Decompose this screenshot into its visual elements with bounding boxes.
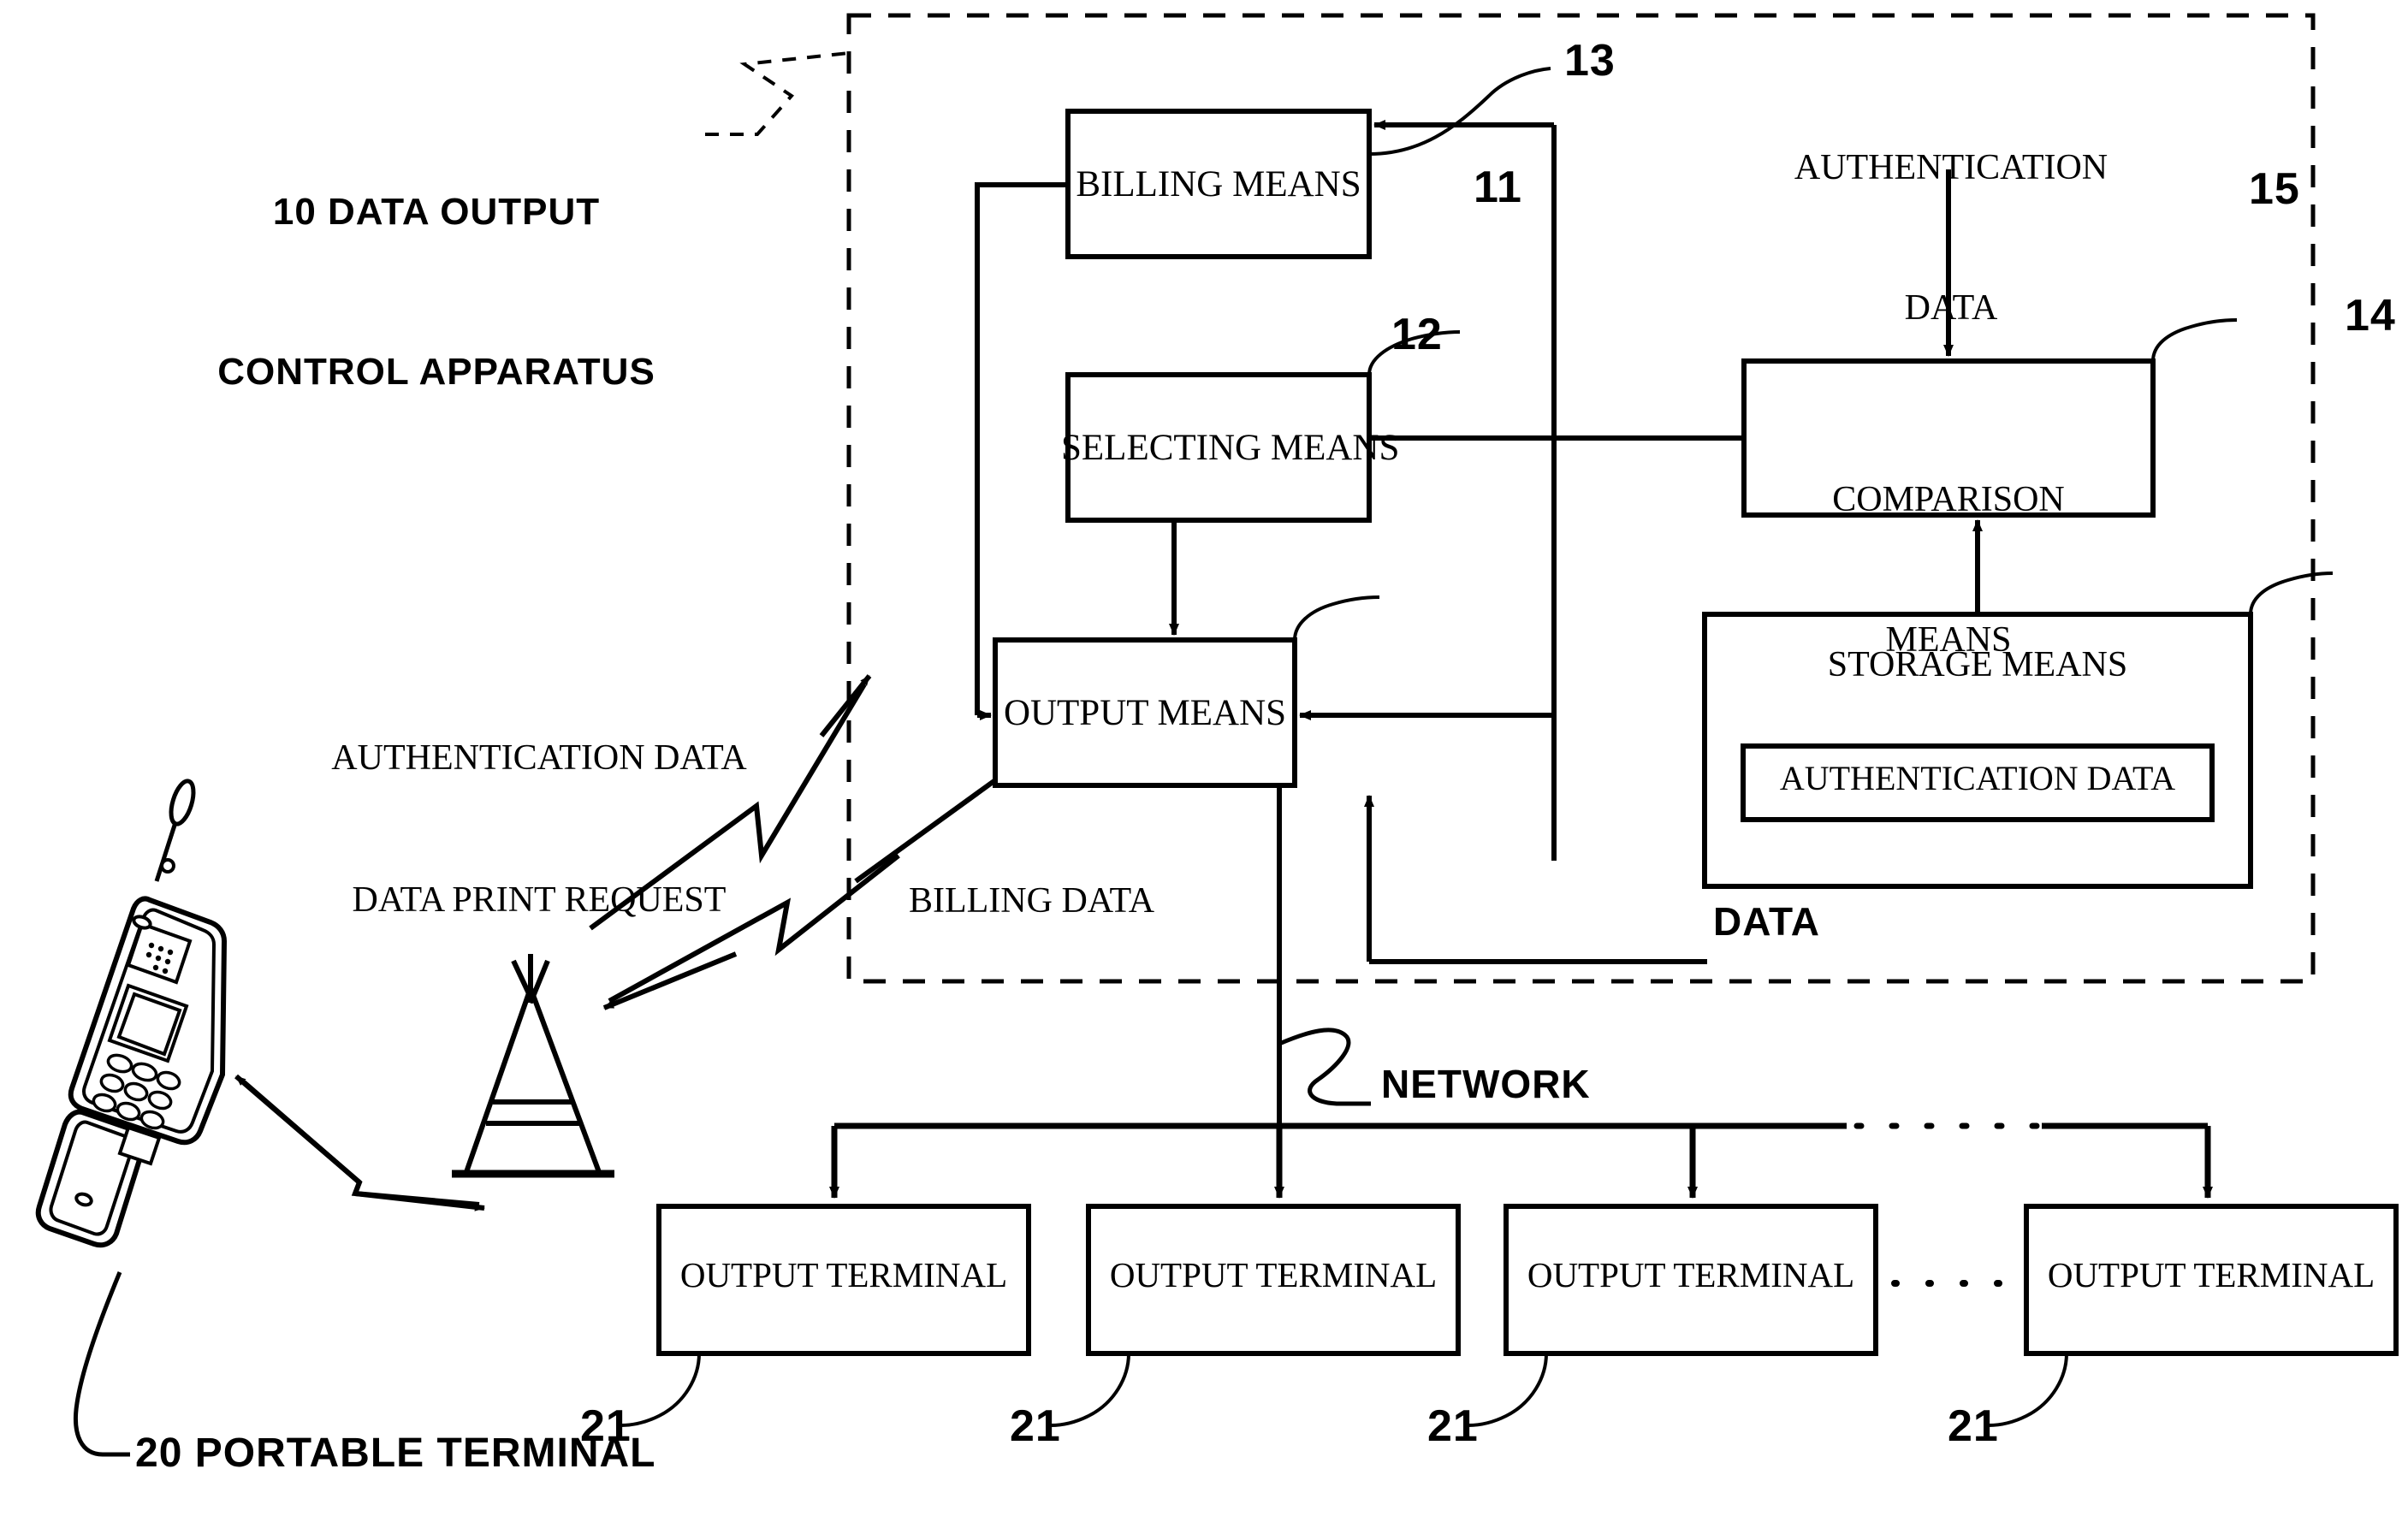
- ref-15-leader: [2151, 318, 2238, 362]
- comparison-to-output-arrow: [1299, 710, 1557, 861]
- ref-14-label: 14: [2345, 291, 2396, 341]
- ref-21-label-2: 21: [1010, 1401, 1061, 1451]
- billing-means-label: BILLING MEANS: [1076, 164, 1361, 204]
- network-leader-squiggle: [1278, 1028, 1371, 1106]
- apparatus-label-line1: 10 DATA OUTPUT: [272, 190, 601, 233]
- portable-terminal-label: 20 PORTABLE TERMINAL: [135, 1430, 656, 1476]
- wireless-link-arrow-left: [234, 1074, 361, 1185]
- ref-21-label-3: 21: [1427, 1401, 1479, 1451]
- portable-phone-illustration: [35, 779, 228, 1248]
- patent-figure: 10 DATA OUTPUT CONTROL APPARATUS BILLING…: [0, 0, 2408, 1534]
- output-terminal-label-4: OUTPUT TERMINAL: [2047, 1255, 2375, 1294]
- ref-12-label: 12: [1391, 310, 1443, 359]
- storage-means-label: STORAGE MEANS: [1827, 645, 2128, 684]
- ref-13-leader: [1368, 67, 1551, 156]
- ref-13-label: 13: [1564, 36, 1616, 86]
- ref-12-leader: [1293, 595, 1380, 641]
- request-label-line2: DATA PRINT REQUEST: [352, 880, 727, 921]
- ref-21-leader-4: [1988, 1353, 2068, 1427]
- network-label: NETWORK: [1381, 1062, 1591, 1106]
- auth-data-input-label: AUTHENTICATION DATA: [1737, 51, 2165, 425]
- comparison-means-label: COMPARISON MEANS: [1744, 383, 2153, 757]
- comparison-means-label-line1: COMPARISON: [1832, 480, 2065, 520]
- ref-15-label: 15: [2249, 164, 2300, 214]
- auth-data-input-line1: AUTHENTICATION: [1794, 148, 2108, 188]
- output-terminal-label-2: OUTPUT TERMINAL: [1109, 1255, 1438, 1294]
- ref-20-leader: [74, 1271, 130, 1457]
- billing-data-label: BILLING DATA: [909, 881, 1155, 921]
- storage-auth-data-label: AUTHENTICATION DATA: [1779, 759, 2176, 797]
- ref-21-leader-2: [1050, 1353, 1130, 1427]
- request-label: AUTHENTICATION DATA DATA PRINT REQUEST: [282, 640, 796, 1020]
- ref-14-leader: [2249, 572, 2334, 615]
- apparatus-leader: [705, 51, 850, 136]
- output-means-label: OUTPUT MEANS: [1003, 693, 1287, 733]
- request-label-line1: AUTHENTICATION DATA: [331, 737, 747, 778]
- wireless-link-zigzag: [242, 1080, 480, 1207]
- output-terminal-label-3: OUTPUT TERMINAL: [1527, 1255, 1855, 1294]
- request-arrow-head: [819, 674, 872, 737]
- selecting-means-label: SELECTING MEANS: [1061, 428, 1400, 468]
- billing-to-output-line: [975, 182, 1068, 715]
- ref-21-leader-3: [1468, 1353, 1548, 1427]
- apparatus-label: 10 DATA OUTPUT CONTROL APPARATUS: [171, 79, 702, 506]
- ref-21-leader-1: [620, 1353, 701, 1427]
- ref-21-label-4: 21: [1948, 1401, 1999, 1451]
- billing-data-leader: [854, 778, 997, 884]
- output-terminal-label-1: OUTPUT TERMINAL: [679, 1255, 1008, 1294]
- data-label: DATA: [1713, 899, 1820, 944]
- auth-data-input-line2: DATA: [1904, 287, 1998, 328]
- ref-11-label: 11: [1474, 163, 1522, 212]
- apparatus-label-line2: CONTROL APPARATUS: [217, 351, 655, 394]
